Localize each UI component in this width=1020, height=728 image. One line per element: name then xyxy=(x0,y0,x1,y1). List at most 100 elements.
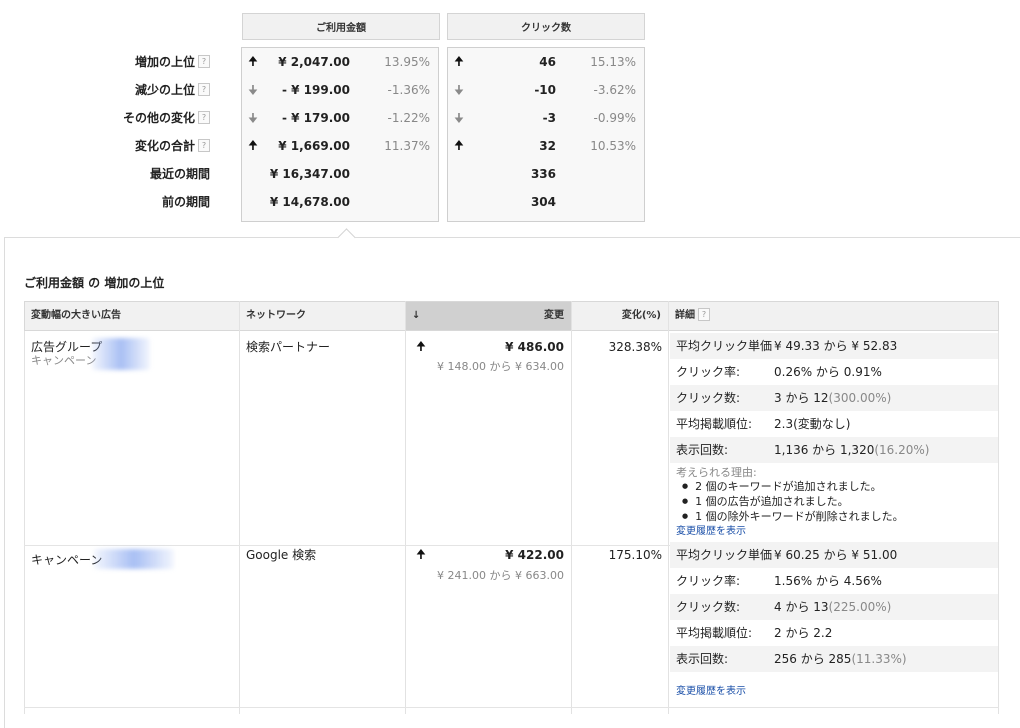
detail-label: 平均クリック単価 xyxy=(676,339,773,353)
change-pct: 175.10% xyxy=(608,548,662,562)
clicks-other-changes: -3 xyxy=(542,111,556,125)
detail-label: 平均掲載順位: xyxy=(676,626,753,640)
change-range: ¥ 241.00 から ¥ 663.00 xyxy=(437,569,564,582)
column-divider xyxy=(239,301,240,714)
detail-label: クリック率: xyxy=(676,574,741,588)
clicks-total-change: 32 xyxy=(539,139,556,153)
detail-value: 4 から 13(225.00%) xyxy=(774,600,892,614)
detail-label: クリック数: xyxy=(676,391,741,405)
network-name: Google 検索 xyxy=(246,548,317,562)
col-header-details-label: 詳細 xyxy=(675,310,695,321)
cost-top-increase-pct: 13.95% xyxy=(384,55,430,69)
table-border xyxy=(24,331,25,714)
col-header-network[interactable]: ネットワーク xyxy=(246,302,306,330)
detail-value: 1.56% から 4.56% xyxy=(774,574,882,588)
detail-row: 表示回数: 256 から 285(11.33%) xyxy=(670,646,998,672)
detail-row: 表示回数: 1,136 から 1,320(16.20%) xyxy=(670,437,998,463)
down-arrow-icon: 🠋 xyxy=(248,111,258,125)
up-arrow-icon: 🠉 xyxy=(416,547,426,561)
cost-other-changes-pct: -1.22% xyxy=(387,111,430,125)
clicks-other-changes-pct: -0.99% xyxy=(593,111,636,125)
view-change-history-link[interactable]: 変更履歴を表示 xyxy=(676,683,746,701)
detail-value: ¥ 49.33 から ¥ 52.83 xyxy=(774,339,898,353)
detail-value: 2.3(変動なし) xyxy=(774,417,851,431)
table-border xyxy=(998,331,999,714)
row-label-recent-period: 最近の期間 xyxy=(149,167,210,181)
cost-top-increase: ¥ 2,047.00 xyxy=(278,55,350,69)
redacted-name-blur xyxy=(94,549,174,569)
cost-recent-period: ¥ 16,347.00 xyxy=(269,167,350,181)
detail-label: 表示回数: xyxy=(676,652,729,666)
up-arrow-icon: 🠉 xyxy=(416,339,426,353)
clicks-total-change-pct: 10.53% xyxy=(590,139,636,153)
detail-row: クリック率: 1.56% から 4.56% xyxy=(670,568,998,594)
change-amount: ¥ 422.00 xyxy=(505,548,564,562)
row-label-total-change: 変化の合計? xyxy=(90,137,210,155)
detail-value: 3 から 12(300.00%) xyxy=(774,391,892,405)
column-divider xyxy=(405,301,406,714)
network-name: 検索パートナー xyxy=(246,340,331,354)
clicks-top-decrease-pct: -3.62% xyxy=(593,83,636,97)
help-icon[interactable]: ? xyxy=(198,55,210,68)
reason-item: 1 個の広告が追加されました。 xyxy=(676,495,904,510)
clicks-column-header[interactable]: クリック数 xyxy=(447,13,645,40)
col-header-change[interactable]: ↓ 変更 xyxy=(406,302,572,330)
possible-reasons: 考えられる理由: 2 個のキーワードが追加されました。 1 個の広告が追加されま… xyxy=(676,466,904,525)
col-header-change-label: 変更 xyxy=(544,310,564,321)
table-header: 変動幅の大きい広告 ネットワーク ↓ 変更 変化(%) 詳細? xyxy=(24,301,999,331)
help-icon[interactable]: ? xyxy=(198,139,210,152)
detail-label: 平均掲載順位: xyxy=(676,417,753,431)
cost-total-change: ¥ 1,669.00 xyxy=(278,139,350,153)
change-range: ¥ 148.00 から ¥ 634.00 xyxy=(437,360,564,373)
column-divider xyxy=(668,301,669,714)
change-amount: ¥ 486.00 xyxy=(505,340,564,354)
campaign-name[interactable]: キャンペーン xyxy=(31,551,102,569)
detail-label: クリック率: xyxy=(676,365,741,379)
col-header-details[interactable]: 詳細? xyxy=(675,302,710,330)
up-arrow-icon: 🠉 xyxy=(248,54,258,68)
detail-value: ¥ 60.25 から ¥ 51.00 xyxy=(774,548,898,562)
detail-row: 平均掲載順位: 2.3(変動なし) xyxy=(670,411,998,437)
campaign-name: キャンペーン xyxy=(31,354,97,367)
down-arrow-icon: 🠋 xyxy=(248,83,258,97)
detail-row: 平均クリック単価 ¥ 60.25 から ¥ 51.00 xyxy=(670,542,998,568)
help-icon[interactable]: ? xyxy=(698,307,710,321)
clicks-top-decrease: -10 xyxy=(534,83,556,97)
column-divider xyxy=(571,301,572,714)
reason-item: 2 個のキーワードが追加されました。 xyxy=(676,480,904,495)
detail-row: クリック数: 3 から 12(300.00%) xyxy=(670,385,998,411)
redacted-name-blur xyxy=(92,338,150,370)
detail-value: 2 から 2.2 xyxy=(774,626,833,640)
row-label-other-changes: その他の変化? xyxy=(90,109,210,127)
up-arrow-icon: 🠉 xyxy=(248,138,258,152)
cost-previous-period: ¥ 14,678.00 xyxy=(269,195,350,209)
detail-row: 平均クリック単価 ¥ 49.33 から ¥ 52.83 xyxy=(670,333,998,359)
clicks-top-increase: 46 xyxy=(539,55,556,69)
reasons-heading: 考えられる理由: xyxy=(676,466,757,479)
cost-total-change-pct: 11.37% xyxy=(384,139,430,153)
detail-row: 平均掲載順位: 2 から 2.2 xyxy=(670,620,998,646)
detail-row: クリック率: 0.26% から 0.91% xyxy=(670,359,998,385)
cost-top-decrease-pct: -1.36% xyxy=(387,83,430,97)
row-label-previous-period: 前の期間 xyxy=(161,195,210,209)
down-arrow-icon: 🠋 xyxy=(454,111,464,125)
detail-value: 256 から 285(11.33%) xyxy=(774,652,907,666)
help-icon[interactable]: ? xyxy=(198,111,210,124)
clicks-recent-period: 336 xyxy=(530,167,556,181)
row-divider xyxy=(24,707,999,708)
detail-value: 1,136 から 1,320(16.20%) xyxy=(774,443,930,457)
col-header-change-pct[interactable]: 変化(%) xyxy=(573,302,661,330)
view-change-history-link[interactable]: 変更履歴を表示 xyxy=(676,523,746,541)
detail-label: 表示回数: xyxy=(676,443,729,457)
up-arrow-icon: 🠉 xyxy=(454,54,464,68)
section-title: ご利用金額 の 増加の上位 xyxy=(24,276,165,290)
down-arrow-icon: 🠋 xyxy=(454,83,464,97)
detail-label: 平均クリック単価 xyxy=(676,548,773,562)
detail-label: クリック数: xyxy=(676,600,741,614)
row-label-top-decrease: 減少の上位? xyxy=(90,81,210,99)
col-header-ad[interactable]: 変動幅の大きい広告 xyxy=(31,302,121,330)
help-icon[interactable]: ? xyxy=(198,83,210,96)
up-arrow-icon: 🠉 xyxy=(454,138,464,152)
row-label-top-increase: 増加の上位? xyxy=(90,53,210,71)
cost-column-header[interactable]: ご利用金額 xyxy=(242,13,440,40)
